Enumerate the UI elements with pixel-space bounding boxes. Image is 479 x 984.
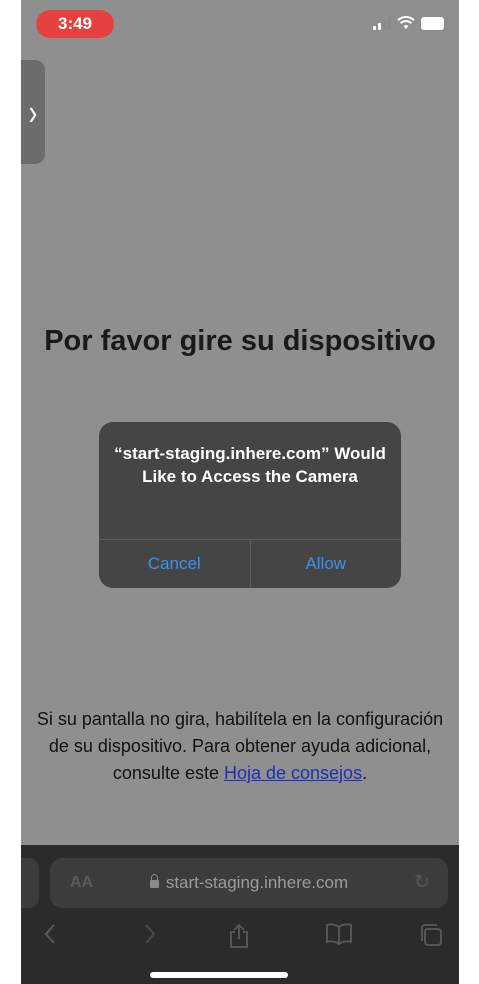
home-indicator[interactable] xyxy=(150,972,288,978)
status-time: 3:49 xyxy=(36,10,114,38)
tabs-icon[interactable] xyxy=(419,923,443,952)
dialog-buttons: Cancel Allow xyxy=(99,539,401,588)
wifi-icon xyxy=(397,16,415,30)
browser-bottom-bar: AA start-staging.inhere.com ↻ xyxy=(21,845,459,984)
forward-icon[interactable] xyxy=(143,923,157,950)
status-icons xyxy=(373,16,447,30)
side-panel-chevron-icon: › xyxy=(28,91,38,133)
camera-permission-dialog: “start-staging.inhere.com” Would Like to… xyxy=(99,422,401,588)
browser-toolbar xyxy=(21,915,459,959)
back-icon[interactable] xyxy=(43,923,57,950)
bookmarks-icon[interactable] xyxy=(326,923,352,950)
address-url: start-staging.inhere.com xyxy=(50,858,448,908)
battery-icon xyxy=(421,17,447,30)
share-icon[interactable] xyxy=(228,923,250,954)
signal-icon xyxy=(373,16,391,30)
reload-icon[interactable]: ↻ xyxy=(414,858,430,908)
previous-tab-preview[interactable] xyxy=(21,858,39,908)
lock-icon xyxy=(149,874,159,888)
cancel-button[interactable]: Cancel xyxy=(99,540,250,588)
phone-screen: 3:49 › Por favor gire su dispositivo “st… xyxy=(21,0,459,984)
allow-button[interactable]: Allow xyxy=(249,540,402,588)
help-text-end: . xyxy=(362,763,368,783)
address-bar[interactable]: AA start-staging.inhere.com ↻ xyxy=(50,858,448,908)
help-text: Si su pantalla no gira, habilítela en la… xyxy=(31,706,449,787)
url-text: start-staging.inhere.com xyxy=(165,873,349,892)
page-title: Por favor gire su dispositivo xyxy=(44,325,436,357)
dialog-message: “start-staging.inhere.com” Would Like to… xyxy=(114,444,386,486)
tips-sheet-link[interactable]: Hoja de consejos xyxy=(224,763,362,783)
side-panel-toggle[interactable]: › xyxy=(21,60,45,164)
